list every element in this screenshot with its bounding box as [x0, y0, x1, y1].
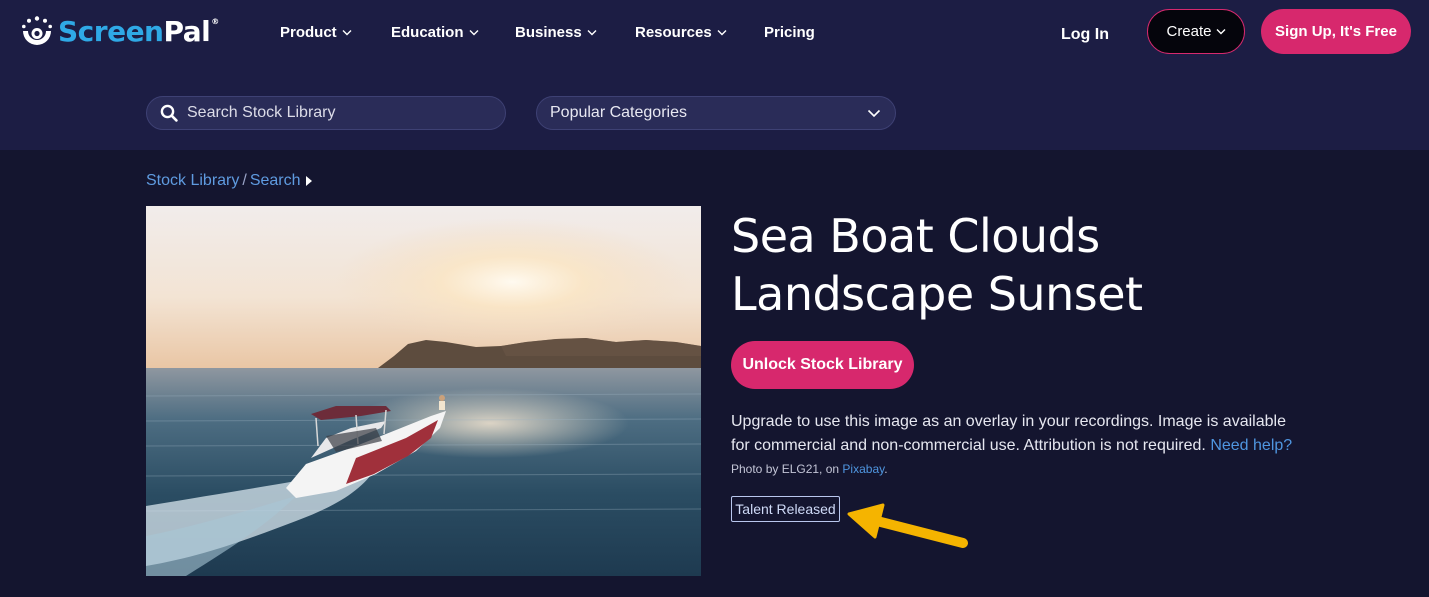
nav-business[interactable]: Business [515, 21, 597, 43]
nav-product-label: Product [280, 23, 337, 41]
photo-credit-prefix: Photo by ELG21, on [731, 462, 840, 476]
login-link[interactable]: Log In [1061, 26, 1109, 44]
asset-description: Upgrade to use this image as an overlay … [731, 410, 1301, 458]
chevron-down-icon [717, 29, 727, 35]
asset-description-text: Upgrade to use this image as an overlay … [731, 413, 1286, 454]
talent-released-badge: Talent Released [731, 496, 840, 522]
nav-pricing-label: Pricing [764, 23, 815, 41]
unlock-stock-library-button[interactable]: Unlock Stock Library [731, 341, 914, 389]
breadcrumb-separator: / [242, 172, 247, 189]
nav-pricing[interactable]: Pricing [764, 21, 815, 43]
signup-button[interactable]: Sign Up, It's Free [1261, 9, 1411, 54]
logo-wordmark: ScreenPal® [58, 18, 219, 46]
nav-resources-label: Resources [635, 23, 712, 41]
screenpal-logo-icon [22, 16, 52, 45]
nav-education-label: Education [391, 23, 464, 41]
nav-education[interactable]: Education [391, 21, 479, 43]
pixabay-link[interactable]: Pixabay [842, 462, 884, 476]
nav-resources[interactable]: Resources [635, 21, 727, 43]
nav-product[interactable]: Product [280, 21, 352, 43]
search-box[interactable] [146, 96, 506, 130]
asset-title: Sea Boat Clouds Landscape Sunset [731, 207, 1331, 323]
stock-photo[interactable] [146, 206, 701, 576]
popular-categories-label: Popular Categories [550, 104, 687, 121]
breadcrumb-stock-library[interactable]: Stock Library [146, 172, 239, 190]
search-icon [160, 104, 178, 122]
popular-categories-select[interactable]: Popular Categories [536, 96, 896, 130]
search-band: Popular Categories [0, 78, 1429, 150]
trademark-symbol: ® [211, 17, 219, 26]
chevron-down-icon [587, 29, 597, 35]
asset-title-line1: Sea Boat Clouds [731, 209, 1100, 263]
arrow-icon [847, 503, 968, 548]
create-button-label: Create [1166, 23, 1212, 40]
screenpal-logo[interactable]: ScreenPal® [20, 14, 219, 50]
search-input[interactable] [187, 104, 487, 122]
photo-credit: Photo by ELG21, on Pixabay. [731, 462, 888, 476]
chevron-down-icon [469, 29, 479, 35]
caret-right-icon [305, 176, 312, 186]
chevron-down-icon [342, 29, 352, 35]
asset-title-line2: Landscape Sunset [731, 267, 1143, 321]
logo-text-pal: Pal [163, 15, 211, 48]
photo-credit-suffix: . [884, 462, 888, 476]
breadcrumb-search[interactable]: Search [250, 172, 301, 190]
create-button[interactable]: Create [1147, 9, 1245, 54]
logo-text-screen: Screen [58, 15, 164, 48]
nav-business-label: Business [515, 23, 582, 41]
need-help-link[interactable]: Need help? [1210, 437, 1292, 454]
chevron-down-icon [1216, 29, 1226, 35]
top-nav: ScreenPal® Product Education Business Re… [0, 0, 1429, 78]
breadcrumb: Stock Library / Search [146, 172, 312, 190]
chevron-down-icon [867, 109, 881, 117]
